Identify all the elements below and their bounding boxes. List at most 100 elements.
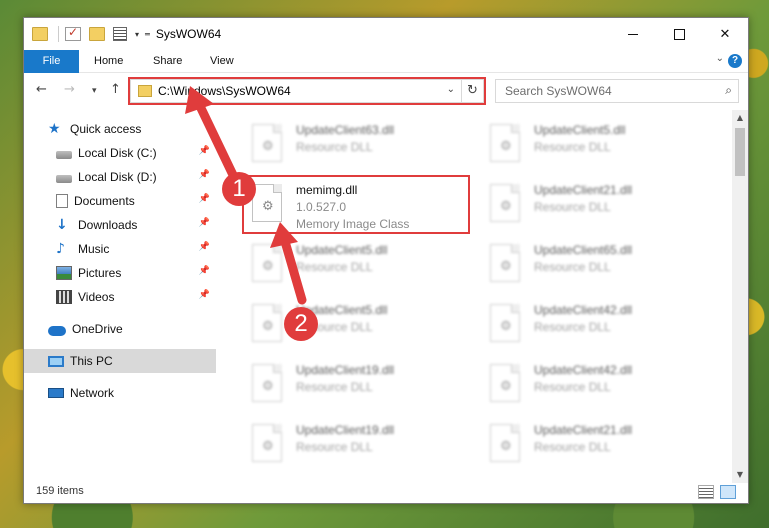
this-pc-icon (48, 355, 64, 367)
sidebar-item-local-disk-d[interactable]: Local Disk (D:) 📌 (24, 165, 216, 189)
dll-file-icon (490, 424, 520, 462)
file-tile[interactable]: UpdateClient5.dll Resource DLL (246, 294, 476, 350)
search-box[interactable]: Search SysWOW64 ⌕ (495, 79, 739, 103)
file-tile[interactable]: UpdateClient19.dll Resource DLL (246, 354, 476, 410)
pin-icon[interactable]: 📌 (199, 170, 210, 180)
file-tile[interactable]: UpdateClient63.dll Resource DLL (246, 114, 476, 170)
sidebar-item-label: Network (70, 386, 115, 400)
file-type: Resource DLL (296, 140, 373, 154)
callout-badge-2: 2 (284, 307, 318, 341)
dll-file-icon (252, 304, 282, 342)
status-bar: 159 items (24, 481, 748, 503)
help-icon[interactable]: ? (728, 54, 742, 68)
file-highlight-box (242, 175, 470, 234)
dll-file-icon (490, 364, 520, 402)
toolbar-divider (58, 26, 59, 42)
sidebar-item-label: Downloads (78, 218, 138, 232)
back-arrow-icon[interactable]: ← (36, 82, 47, 97)
quick-access-toolbar: ▾ ═ SysWOW64 (32, 25, 222, 42)
vertical-scrollbar[interactable]: ▲ ▼ (732, 110, 748, 483)
file-tile[interactable]: UpdateClient5.dll Resource DLL (484, 114, 714, 170)
file-type: Resource DLL (296, 260, 373, 274)
sidebar-item-label: OneDrive (72, 322, 123, 336)
file-tile[interactable]: UpdateClient21.dll Resource DLL (484, 174, 714, 230)
star-icon: ★ (48, 121, 61, 137)
sidebar-item-documents[interactable]: Documents 📌 (24, 189, 216, 213)
pin-icon[interactable]: 📌 (199, 266, 210, 276)
music-icon: ♪ (56, 241, 65, 257)
sidebar-item-label: Music (78, 242, 110, 256)
drive-icon (56, 151, 72, 159)
minimize-button[interactable] (610, 18, 656, 50)
sidebar-item-label: Documents (74, 194, 135, 208)
tab-file[interactable]: File (24, 50, 79, 73)
pin-icon[interactable]: 📌 (199, 194, 210, 204)
recent-locations-icon[interactable]: ▾ (92, 86, 97, 96)
tab-view[interactable]: View (210, 50, 234, 73)
file-name: UpdateClient19.dll (296, 363, 395, 377)
explorer-window: ▾ ═ SysWOW64 ✕ File Home Share View ⌄ ? … (23, 17, 749, 504)
tiles-view-icon[interactable] (720, 485, 736, 499)
file-tile[interactable]: UpdateClient65.dll Resource DLL (484, 234, 714, 290)
sidebar-item-label: Pictures (78, 266, 122, 280)
customize-dropdown-icon[interactable]: ▾ (135, 30, 139, 39)
sidebar-item-pictures[interactable]: Pictures 📌 (24, 261, 216, 285)
close-button[interactable]: ✕ (702, 18, 748, 50)
maximize-button[interactable] (656, 18, 702, 50)
dll-file-icon (490, 184, 520, 222)
file-tile[interactable]: UpdateClient19.dll Resource DLL (246, 414, 476, 470)
details-view-icon[interactable] (698, 485, 714, 499)
file-tile[interactable]: UpdateClient21.dll Resource DLL (484, 414, 714, 470)
tab-share[interactable]: Share (153, 50, 182, 73)
sidebar-item-onedrive[interactable]: OneDrive (24, 317, 216, 341)
file-tile[interactable]: UpdateClient42.dll Resource DLL (484, 354, 714, 410)
sidebar-item-downloads[interactable]: ↓ Downloads 📌 (24, 213, 216, 237)
sidebar-item-videos[interactable]: Videos 📌 (24, 285, 216, 309)
properties-check-icon[interactable] (65, 25, 81, 41)
forward-arrow-icon[interactable]: → (64, 82, 75, 97)
sidebar-item-local-disk-c[interactable]: Local Disk (C:) 📌 (24, 141, 216, 165)
file-name: UpdateClient5.dll (534, 123, 626, 137)
file-type: Resource DLL (534, 380, 611, 394)
dll-file-icon (252, 364, 282, 402)
drive-icon (56, 175, 72, 183)
pin-icon[interactable]: 📌 (199, 290, 210, 300)
navigation-pane: ★ Quick access Local Disk (C:) 📌 Local D… (24, 115, 216, 475)
new-folder-icon[interactable] (89, 27, 105, 41)
callout-badge-1: 1 (222, 172, 256, 206)
window-title: SysWOW64 (155, 27, 222, 41)
file-name: UpdateClient21.dll (534, 183, 633, 197)
file-tile[interactable]: UpdateClient5.dll Resource DLL (246, 234, 476, 290)
file-name: UpdateClient5.dll (296, 243, 388, 257)
tab-home[interactable]: Home (94, 50, 123, 73)
address-highlight-box (128, 77, 486, 105)
network-icon (48, 388, 64, 398)
pictures-icon (56, 266, 72, 280)
file-tile[interactable]: UpdateClient42.dll Resource DLL (484, 294, 714, 350)
sidebar-item-music[interactable]: ♪ Music 📌 (24, 237, 216, 261)
scrollbar-thumb[interactable] (735, 128, 745, 176)
sidebar-item-this-pc[interactable]: This PC (24, 349, 216, 373)
pin-icon[interactable]: 📌 (199, 242, 210, 252)
scroll-up-icon[interactable]: ▲ (732, 110, 748, 126)
file-name: UpdateClient42.dll (534, 363, 633, 377)
chevron-down-icon[interactable]: ⌄ (716, 53, 724, 64)
dll-file-icon (252, 124, 282, 162)
properties-icon[interactable] (113, 27, 127, 41)
file-type: Resource DLL (534, 200, 611, 214)
file-name: UpdateClient63.dll (296, 123, 395, 137)
sidebar-item-quick-access[interactable]: ★ Quick access (24, 117, 216, 141)
search-icon[interactable]: ⌕ (725, 83, 732, 98)
toolbar-separator-arrow[interactable]: ═ (145, 30, 150, 39)
dll-file-icon (252, 424, 282, 462)
up-arrow-icon[interactable]: ↑ (110, 82, 121, 97)
sidebar-item-network[interactable]: Network (24, 381, 216, 405)
videos-icon (56, 290, 72, 304)
sidebar-item-label: Local Disk (C:) (78, 146, 157, 160)
item-count: 159 items (36, 485, 84, 497)
pin-icon[interactable]: 📌 (199, 146, 210, 156)
sidebar-item-label: Quick access (70, 122, 142, 136)
folder-icon (32, 27, 48, 41)
search-placeholder[interactable]: Search SysWOW64 (505, 84, 612, 98)
pin-icon[interactable]: 📌 (199, 218, 210, 228)
